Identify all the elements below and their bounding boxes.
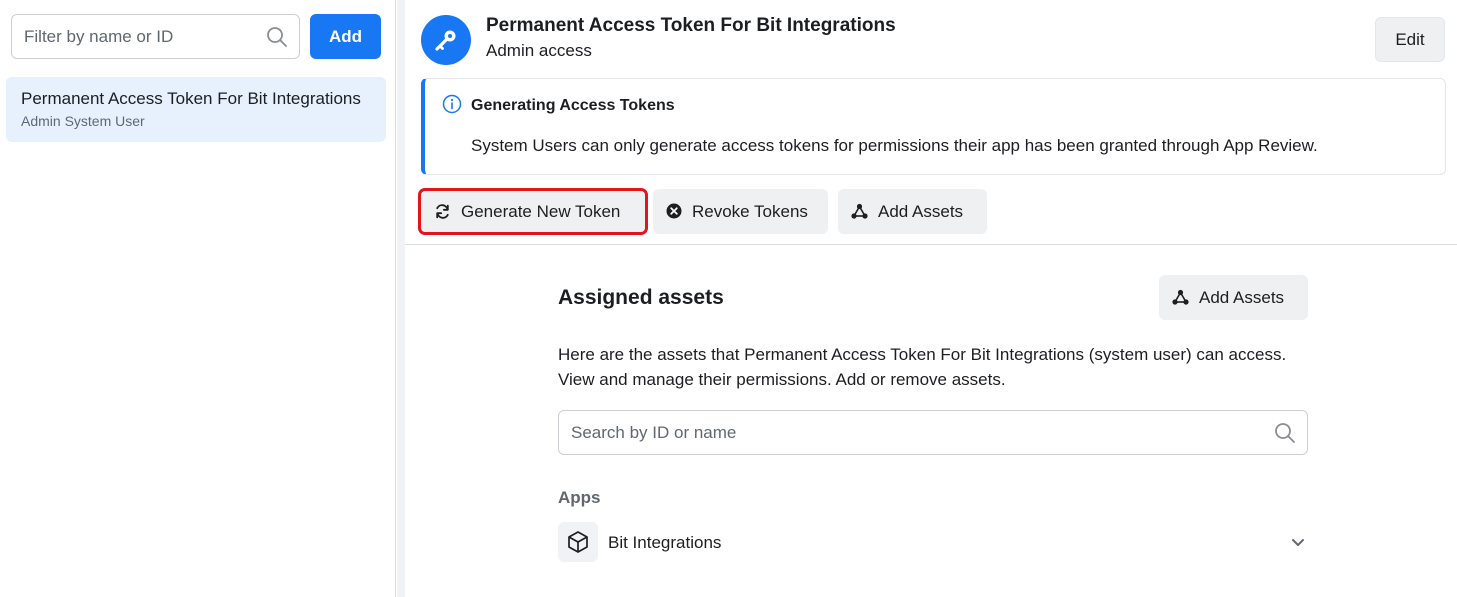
assets-icon <box>1172 289 1189 305</box>
page-subtitle: Admin access <box>486 41 592 60</box>
app-icon-box <box>558 522 598 562</box>
info-icon <box>442 94 462 114</box>
main-panel: Permanent Access Token For Bit Integrati… <box>405 0 1457 597</box>
asset-search-field <box>558 410 1308 455</box>
notice-text: System Users can only generate access to… <box>471 136 1318 155</box>
page-title: Permanent Access Token For Bit Integrati… <box>486 15 896 36</box>
search-icon[interactable] <box>1274 422 1296 444</box>
app-name: Bit Integrations <box>608 533 722 552</box>
section-divider <box>405 244 1457 245</box>
avatar <box>421 15 471 65</box>
close-circle-icon <box>666 203 682 219</box>
add-assets-label: Add Assets <box>878 202 964 221</box>
page: Add Permanent Access Token For Bit Integ… <box>0 0 1457 597</box>
cube-icon <box>568 531 588 553</box>
system-user-item[interactable]: Permanent Access Token For Bit Integrati… <box>6 77 386 142</box>
apps-heading: Apps <box>558 488 601 507</box>
revoke-tokens-button[interactable]: Revoke Tokens <box>653 189 828 234</box>
chevron-down-icon[interactable] <box>1290 534 1306 550</box>
system-user-name: Permanent Access Token For Bit Integrati… <box>21 89 361 108</box>
info-notice: Generating Access Tokens System Users ca… <box>421 78 1446 175</box>
notice-title: Generating Access Tokens <box>471 97 675 114</box>
filter-input[interactable] <box>12 15 299 58</box>
filter-field <box>11 14 300 59</box>
assets-add-button[interactable]: Add Assets <box>1159 275 1308 320</box>
assets-description: Here are the assets that Permanent Acces… <box>558 345 1287 389</box>
assets-icon <box>851 203 868 219</box>
asset-search-input[interactable] <box>559 411 1307 454</box>
add-button[interactable]: Add <box>310 14 381 59</box>
system-user-role: Admin System User <box>21 113 145 129</box>
generate-new-token-label: Generate New Token <box>461 202 621 221</box>
refresh-icon <box>436 204 449 219</box>
sidebar: Add Permanent Access Token For Bit Integ… <box>0 0 396 597</box>
search-icon[interactable] <box>266 26 288 48</box>
app-row[interactable]: Bit Integrations <box>558 522 1308 564</box>
panel-divider <box>397 0 405 597</box>
add-assets-button[interactable]: Add Assets <box>838 189 987 234</box>
edit-button[interactable]: Edit <box>1375 17 1445 62</box>
key-icon <box>435 30 456 51</box>
generate-new-token-button[interactable]: Generate New Token <box>418 188 648 235</box>
assigned-assets-title: Assigned assets <box>558 286 724 309</box>
assets-add-label: Add Assets <box>1199 288 1285 307</box>
revoke-tokens-label: Revoke Tokens <box>692 202 808 221</box>
